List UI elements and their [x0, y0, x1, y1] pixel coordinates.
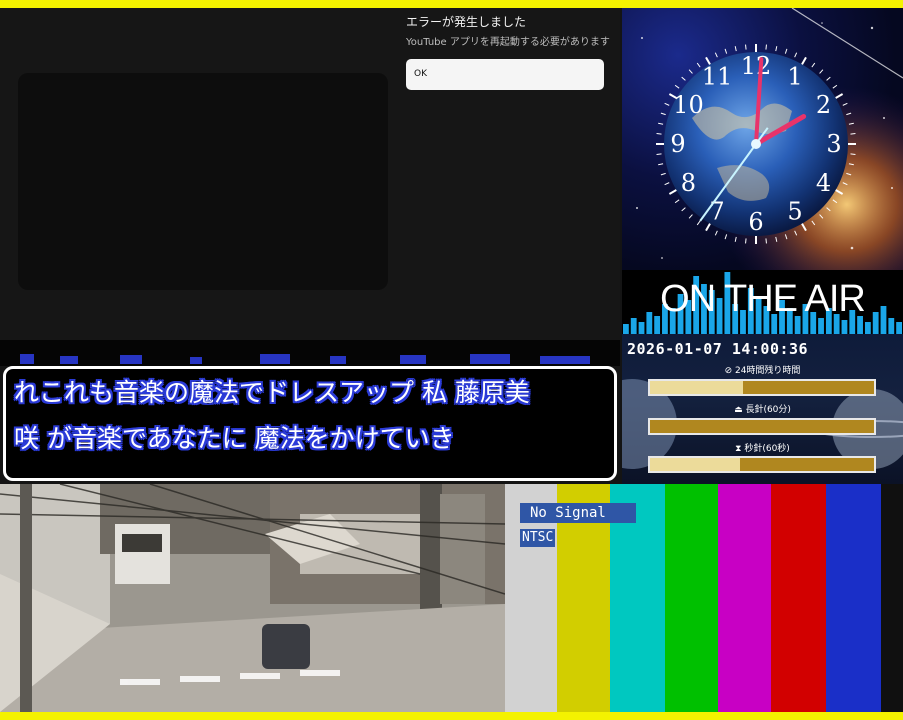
timer-panel: 2026-01-07 14:00:36 ⊘ 24時間残り時間 ⏏ 長針(60分)…	[622, 334, 903, 484]
clock-tick	[745, 238, 747, 244]
no-signal-label: No Signal	[520, 503, 636, 523]
clock-numeral: 3	[826, 130, 841, 158]
minute-hand-label: ⏏ 長針(60分)	[734, 405, 791, 415]
hourglass-icon: ⧗	[735, 444, 745, 454]
equalizer-bar	[896, 322, 902, 334]
clock-tick	[656, 153, 662, 155]
color-bar	[718, 484, 771, 712]
clock-numeral: 11	[702, 62, 733, 90]
ntsc-label: NTSC	[520, 529, 556, 547]
clock-tick	[656, 133, 662, 135]
lyrics-box: れこれも音楽の魔法でドレスアップ 私 藤原美 咲 が音楽であなたに 魔法をかけて…	[3, 366, 617, 481]
clock-tick	[745, 44, 747, 50]
ok-button[interactable]: OK	[406, 59, 604, 90]
color-bar	[826, 484, 881, 712]
remaining-day-label: ⊘ 24時間残り時間	[724, 366, 801, 376]
clock-panel: 12 1 2 3 4 5 6 7 8 9 10 11	[622, 8, 903, 270]
clock-center	[751, 139, 761, 149]
second-hand-bar	[648, 456, 876, 473]
clock-tick	[850, 153, 856, 155]
equalizer-bar	[864, 322, 871, 334]
lyric-line-1: れこれも音楽の魔法でドレスアップ 私 藤原美	[14, 378, 530, 407]
clock-numeral: 8	[681, 169, 696, 197]
video-placeholder	[18, 73, 388, 290]
color-bar	[881, 484, 903, 712]
clock-numeral: 1	[787, 62, 802, 90]
clock-icon: ⊘	[724, 366, 735, 376]
on-air-panel: ON THE AIR	[622, 270, 903, 334]
color-bar	[665, 484, 718, 712]
clock-numeral: 4	[816, 169, 831, 197]
street-camera-feed	[0, 484, 505, 712]
alarm-icon: ⏏	[734, 405, 746, 415]
clock-numeral: 9	[670, 130, 685, 158]
equalizer-bar	[841, 320, 848, 334]
clock-numeral: 12	[741, 52, 772, 80]
datetime-readout: 2026-01-07 14:00:36	[627, 340, 809, 358]
analog-clock: 12 12 3 45678 9 1011	[622, 8, 903, 270]
youtube-error-pane: エラーが発生しました YouTube アプリを再起動する必要があります OK	[0, 8, 620, 360]
on-air-text: ON THE AIR	[660, 278, 866, 320]
equalizer-bar	[638, 322, 645, 334]
clock-numeral: 5	[787, 198, 802, 226]
clock-numeral: 6	[748, 208, 763, 236]
yellow-frame-top	[0, 0, 903, 8]
remaining-day-bar	[648, 379, 876, 396]
error-title: エラーが発生しました	[406, 15, 527, 29]
car	[262, 624, 310, 669]
clock-tick	[765, 44, 767, 50]
street-scene	[0, 484, 505, 712]
second-hand-label: ⧗ 秒針(60秒)	[735, 444, 790, 454]
equalizer-bar	[623, 324, 629, 334]
clock-tick	[850, 133, 856, 135]
minute-hand-bar	[648, 418, 876, 435]
color-bar	[771, 484, 826, 712]
yellow-frame-bottom	[0, 712, 903, 720]
clock-numeral: 7	[709, 198, 724, 226]
multiview-screen: エラーが発生しました YouTube アプリを再起動する必要があります OK 1…	[0, 0, 903, 720]
error-message: YouTube アプリを再起動する必要があります	[406, 37, 610, 48]
lyric-line-2: 咲 が音楽であなたに 魔法をかけていき	[14, 424, 455, 453]
lyrics-previous-line	[0, 340, 620, 366]
clock-numeral: 10	[673, 91, 704, 119]
truck	[115, 524, 170, 584]
clock-numeral: 2	[816, 91, 831, 119]
clock-tick	[765, 238, 767, 244]
color-bars-panel: No Signal NTSC	[505, 484, 903, 712]
second-hand-fill	[650, 458, 740, 471]
remaining-day-fill	[650, 381, 743, 394]
